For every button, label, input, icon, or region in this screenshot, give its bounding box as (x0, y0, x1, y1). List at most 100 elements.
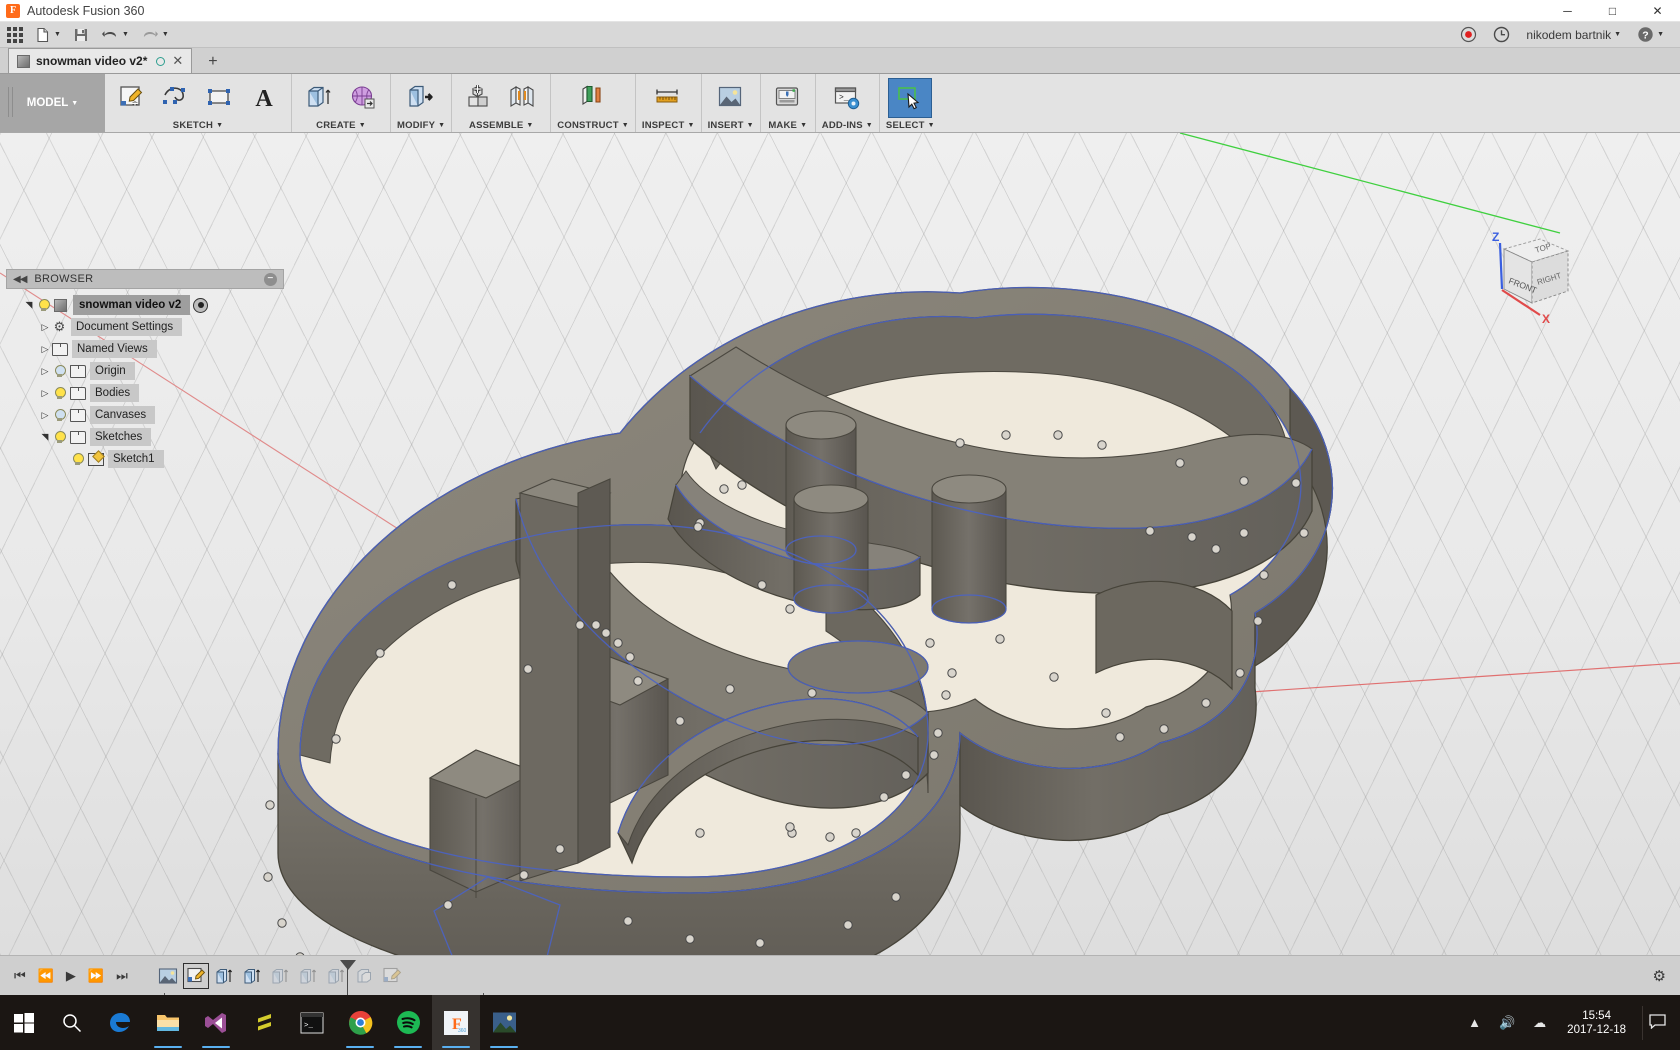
make-group-label[interactable]: MAKE ▼ (768, 118, 807, 132)
expander-icon[interactable] (38, 388, 52, 399)
insert-group-label[interactable]: INSERT ▼ (708, 118, 754, 132)
create-form-button[interactable] (342, 79, 384, 117)
search-button[interactable] (48, 995, 96, 1050)
start-button[interactable] (0, 995, 48, 1050)
insert-canvas-button[interactable] (710, 79, 752, 117)
go-to-end-icon[interactable]: ⏭ (116, 968, 128, 984)
expander-icon[interactable] (38, 366, 52, 377)
tree-item-named-views[interactable]: Named Views (6, 338, 284, 360)
volume-icon[interactable]: 🔊 (1490, 1015, 1524, 1031)
inspect-group-label[interactable]: INSPECT ▼ (642, 118, 695, 132)
minimize-button[interactable]: ─ (1545, 0, 1590, 22)
fusion360-button[interactable]: F 360 (432, 995, 480, 1050)
model-geometry[interactable] (0, 133, 1680, 955)
timeline-extrude-feature-2[interactable] (239, 963, 265, 989)
close-icon[interactable]: ✕ (172, 53, 183, 69)
file-explorer-button[interactable] (144, 995, 192, 1050)
screencast-record-button[interactable] (1452, 23, 1485, 47)
extrude-button[interactable] (298, 79, 340, 117)
joint-button[interactable] (502, 79, 544, 117)
collapse-left-icon[interactable]: ◀◀ (13, 274, 26, 285)
create-sketch-button[interactable] (111, 79, 153, 117)
offset-plane-button[interactable] (572, 79, 614, 117)
minimize-panel-icon[interactable]: − (264, 273, 277, 286)
tree-item-sketches[interactable]: Sketches (6, 426, 284, 448)
timeline-sketch-feature-2[interactable] (379, 963, 405, 989)
visibility-bulb-icon[interactable] (52, 364, 67, 379)
timeline-extrude-feature-5[interactable] (323, 963, 349, 989)
3d-viewport[interactable]: TOP FRONT RIGHT Z X ◀◀ BROWSER − snowman… (0, 133, 1680, 955)
timeline-settings-button[interactable]: ⚙ (1653, 967, 1666, 985)
tree-item-snowman-video-v2[interactable]: snowman video v2 (6, 294, 284, 316)
rectangle-button[interactable] (199, 79, 241, 117)
timeline-extrude-feature-1[interactable] (211, 963, 237, 989)
visual-studio-button[interactable] (192, 995, 240, 1050)
tree-item-document-settings[interactable]: ⚙ Document Settings (6, 316, 284, 338)
go-to-beginning-icon[interactable]: ⏮ (14, 968, 26, 984)
visibility-bulb-icon[interactable] (52, 408, 67, 423)
view-cube[interactable]: TOP FRONT RIGHT Z X (1462, 221, 1582, 329)
chrome-button[interactable] (336, 995, 384, 1050)
timeline-extrude-feature-4[interactable] (295, 963, 321, 989)
view-cube-svg[interactable]: TOP FRONT RIGHT Z X (1462, 221, 1582, 329)
apps-grid-button[interactable] (2, 23, 28, 47)
visibility-bulb-icon[interactable] (52, 430, 67, 445)
document-tab[interactable]: snowman video v2* ✕ (8, 48, 192, 73)
text-button[interactable]: A (243, 79, 285, 117)
chevron-up-icon[interactable]: ▲ (1459, 1015, 1490, 1030)
spotify-button[interactable] (384, 995, 432, 1050)
spline-button[interactable] (155, 79, 197, 117)
tree-item-origin[interactable]: Origin (6, 360, 284, 382)
select-group-label[interactable]: SELECT ▼ (886, 118, 935, 132)
new-document-button[interactable]: ▼ (30, 23, 66, 47)
tree-item-sketch1[interactable]: Sketch1 (6, 448, 284, 470)
expander-icon[interactable] (22, 300, 36, 311)
play-icon[interactable]: ▶ (66, 968, 76, 984)
close-button[interactable]: ✕ (1635, 0, 1680, 22)
cmd-button[interactable]: >_ (288, 995, 336, 1050)
user-account-button[interactable]: nikodem bartnik ▼ (1518, 23, 1629, 47)
create-group-label[interactable]: CREATE ▼ (316, 118, 366, 132)
maximize-button[interactable]: □ (1590, 0, 1635, 22)
clock[interactable]: 15:54 2017-12-18 (1555, 1009, 1638, 1037)
job-status-button[interactable] (1485, 23, 1518, 47)
notification-icon[interactable] (1643, 1014, 1680, 1032)
onedrive-icon[interactable]: ☁ (1524, 1015, 1555, 1031)
timeline-extrude-feature-3[interactable] (267, 963, 293, 989)
help-button[interactable]: ? ▼ (1629, 23, 1672, 47)
3d-print-button[interactable] (767, 79, 809, 117)
construct-group-label[interactable]: CONSTRUCT ▼ (557, 118, 629, 132)
measure-button[interactable] (647, 79, 689, 117)
assemble-group-label[interactable]: ASSEMBLE ▼ (469, 118, 534, 132)
step-back-icon[interactable]: ⏪ (38, 968, 54, 984)
expander-icon[interactable] (38, 410, 52, 421)
tree-item-canvases[interactable]: Canvases (6, 404, 284, 426)
timeline-canvas-feature[interactable] (155, 963, 181, 989)
visibility-bulb-icon[interactable] (52, 386, 67, 401)
photos-button[interactable] (480, 995, 528, 1050)
new-component-button[interactable] (458, 79, 500, 117)
sublime-button[interactable] (240, 995, 288, 1050)
modify-group-label[interactable]: MODIFY ▼ (397, 118, 445, 132)
timeline-sketch-feature[interactable] (183, 963, 209, 989)
press-pull-button[interactable] (400, 79, 442, 117)
root-visibility-dot[interactable] (193, 298, 208, 313)
scripts-addins-button[interactable]: >_ (826, 79, 868, 117)
workspace-switcher[interactable]: MODEL ▼ (0, 74, 105, 132)
sketch-group-label[interactable]: SKETCH ▼ (173, 118, 223, 132)
save-button[interactable] (68, 23, 94, 47)
undo-button[interactable]: ▼ (96, 23, 134, 47)
expander-icon[interactable] (38, 432, 52, 443)
step-forward-icon[interactable]: ⏩ (88, 968, 104, 984)
edge-button[interactable] (96, 995, 144, 1050)
visibility-bulb-icon[interactable] (36, 298, 51, 313)
expander-icon[interactable] (38, 322, 52, 333)
select-button[interactable] (889, 79, 931, 117)
new-tab-button[interactable]: + (202, 53, 223, 73)
expander-icon[interactable] (38, 344, 52, 355)
redo-button[interactable]: ▼ (136, 23, 174, 47)
visibility-bulb-icon[interactable] (70, 452, 85, 467)
timeline-fillet-feature[interactable] (351, 963, 377, 989)
tree-item-bodies[interactable]: Bodies (6, 382, 284, 404)
addins-group-label[interactable]: ADD-INS ▼ (822, 118, 873, 132)
